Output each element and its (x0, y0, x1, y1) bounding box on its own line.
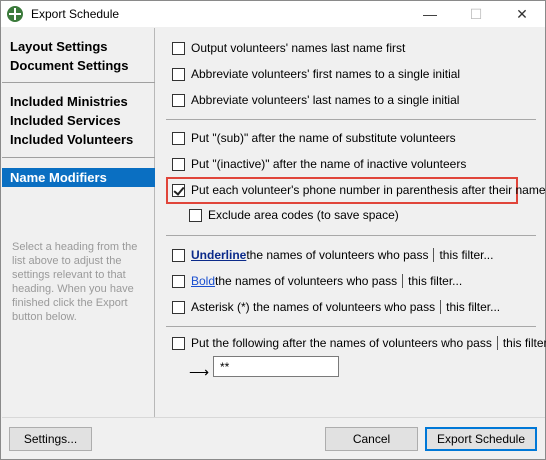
option-label: Exclude area codes (to save space) (208, 208, 399, 222)
bold-link[interactable]: Bold (191, 274, 215, 288)
nav-item-included-services[interactable]: Included Services (10, 111, 133, 130)
option-sub[interactable]: Put "(sub)" after the name of substitute… (172, 129, 456, 147)
filter-link[interactable]: this filter... (433, 248, 493, 262)
section-divider (166, 119, 536, 120)
checkbox[interactable] (172, 274, 185, 288)
option-exclude-area-codes[interactable]: Exclude area codes (to save space) (189, 206, 399, 224)
filter-link[interactable]: this filter... (496, 336, 546, 350)
checkbox[interactable] (172, 93, 185, 107)
nav-item-included-ministries[interactable]: Included Ministries (10, 92, 133, 111)
option-label: Output volunteers' names last name first (191, 41, 406, 55)
title-bar: Export Schedule — ☐ ✕ (1, 1, 545, 27)
minimize-button[interactable]: — (407, 1, 453, 27)
option-last-name-first[interactable]: Output volunteers' names last name first (172, 39, 405, 57)
option-asterisk[interactable]: Asterisk (*) the names of volunteers who… (172, 298, 500, 316)
section-divider (166, 235, 536, 236)
checkbox[interactable] (172, 248, 185, 262)
nav-item-included-volunteers[interactable]: Included Volunteers (10, 130, 133, 149)
export-schedule-button[interactable]: Export Schedule (425, 427, 537, 451)
option-label: the names of volunteers who pass (246, 248, 429, 262)
name-modifiers-panel: Output volunteers' names last name first… (156, 28, 546, 417)
checkbox[interactable] (172, 336, 185, 350)
maximize-button[interactable]: ☐ (453, 1, 499, 27)
option-put-following[interactable]: Put the following after the names of vol… (172, 334, 546, 352)
filter-link[interactable]: this filter... (402, 274, 462, 288)
option-label: Put "(sub)" after the name of substitute… (191, 131, 456, 145)
arrow-right-icon: ⟶ (189, 364, 210, 380)
cancel-button[interactable]: Cancel (325, 427, 418, 451)
nav-group-layout: Layout Settings Document Settings (2, 28, 154, 75)
nav-item-layout-settings[interactable]: Layout Settings (10, 37, 154, 56)
export-schedule-dialog: Export Schedule — ☐ ✕ Layout Settings Do… (0, 0, 546, 460)
option-abbrev-last[interactable]: Abbreviate volunteers' last names to a s… (172, 91, 459, 109)
underline-link[interactable]: Underline (191, 248, 246, 262)
nav-item-document-settings[interactable]: Document Settings (10, 56, 154, 75)
window-title: Export Schedule (31, 7, 120, 21)
checkbox[interactable] (172, 41, 185, 55)
app-logo-icon (7, 6, 23, 22)
settings-button[interactable]: Settings... (9, 427, 92, 451)
footer-divider (2, 417, 545, 418)
option-label: Put the following after the names of vol… (191, 336, 492, 350)
checkbox[interactable] (189, 208, 202, 222)
nav-divider (2, 157, 155, 158)
nav-group-included: Included Ministries Included Services In… (2, 84, 133, 149)
option-abbrev-first[interactable]: Abbreviate volunteers' first names to a … (172, 65, 460, 83)
option-underline[interactable]: Underline the names of volunteers who pa… (172, 246, 493, 264)
checkbox[interactable] (172, 131, 185, 145)
filter-link[interactable]: this filter... (440, 300, 500, 314)
option-inactive[interactable]: Put "(inactive)" after the name of inact… (172, 155, 466, 173)
option-bold[interactable]: Bold the names of volunteers who pass th… (172, 272, 462, 290)
checkbox[interactable] (172, 67, 185, 81)
settings-nav: Layout Settings Document Settings Includ… (2, 28, 155, 417)
option-label: the names of volunteers who pass (215, 274, 398, 288)
option-label: Abbreviate volunteers' last names to a s… (191, 93, 460, 107)
close-button[interactable]: ✕ (499, 1, 545, 27)
option-label: Put each volunteer's phone number in par… (191, 183, 546, 197)
option-label: Abbreviate volunteers' first names to a … (191, 67, 461, 81)
checkbox-checked[interactable] (172, 183, 185, 197)
window-controls: — ☐ ✕ (407, 1, 545, 27)
option-label: Put "(inactive)" after the name of inact… (191, 157, 467, 171)
section-divider (166, 326, 536, 327)
checkbox[interactable] (172, 157, 185, 171)
option-phone-number[interactable]: Put each volunteer's phone number in par… (172, 181, 546, 199)
nav-item-name-modifiers[interactable]: Name Modifiers (2, 168, 155, 187)
checkbox[interactable] (172, 300, 185, 314)
nav-divider (2, 82, 155, 83)
option-label: Asterisk (*) the names of volunteers who… (191, 300, 436, 314)
help-text: Select a heading from the list above to … (12, 241, 138, 323)
suffix-text-input[interactable] (213, 356, 339, 377)
